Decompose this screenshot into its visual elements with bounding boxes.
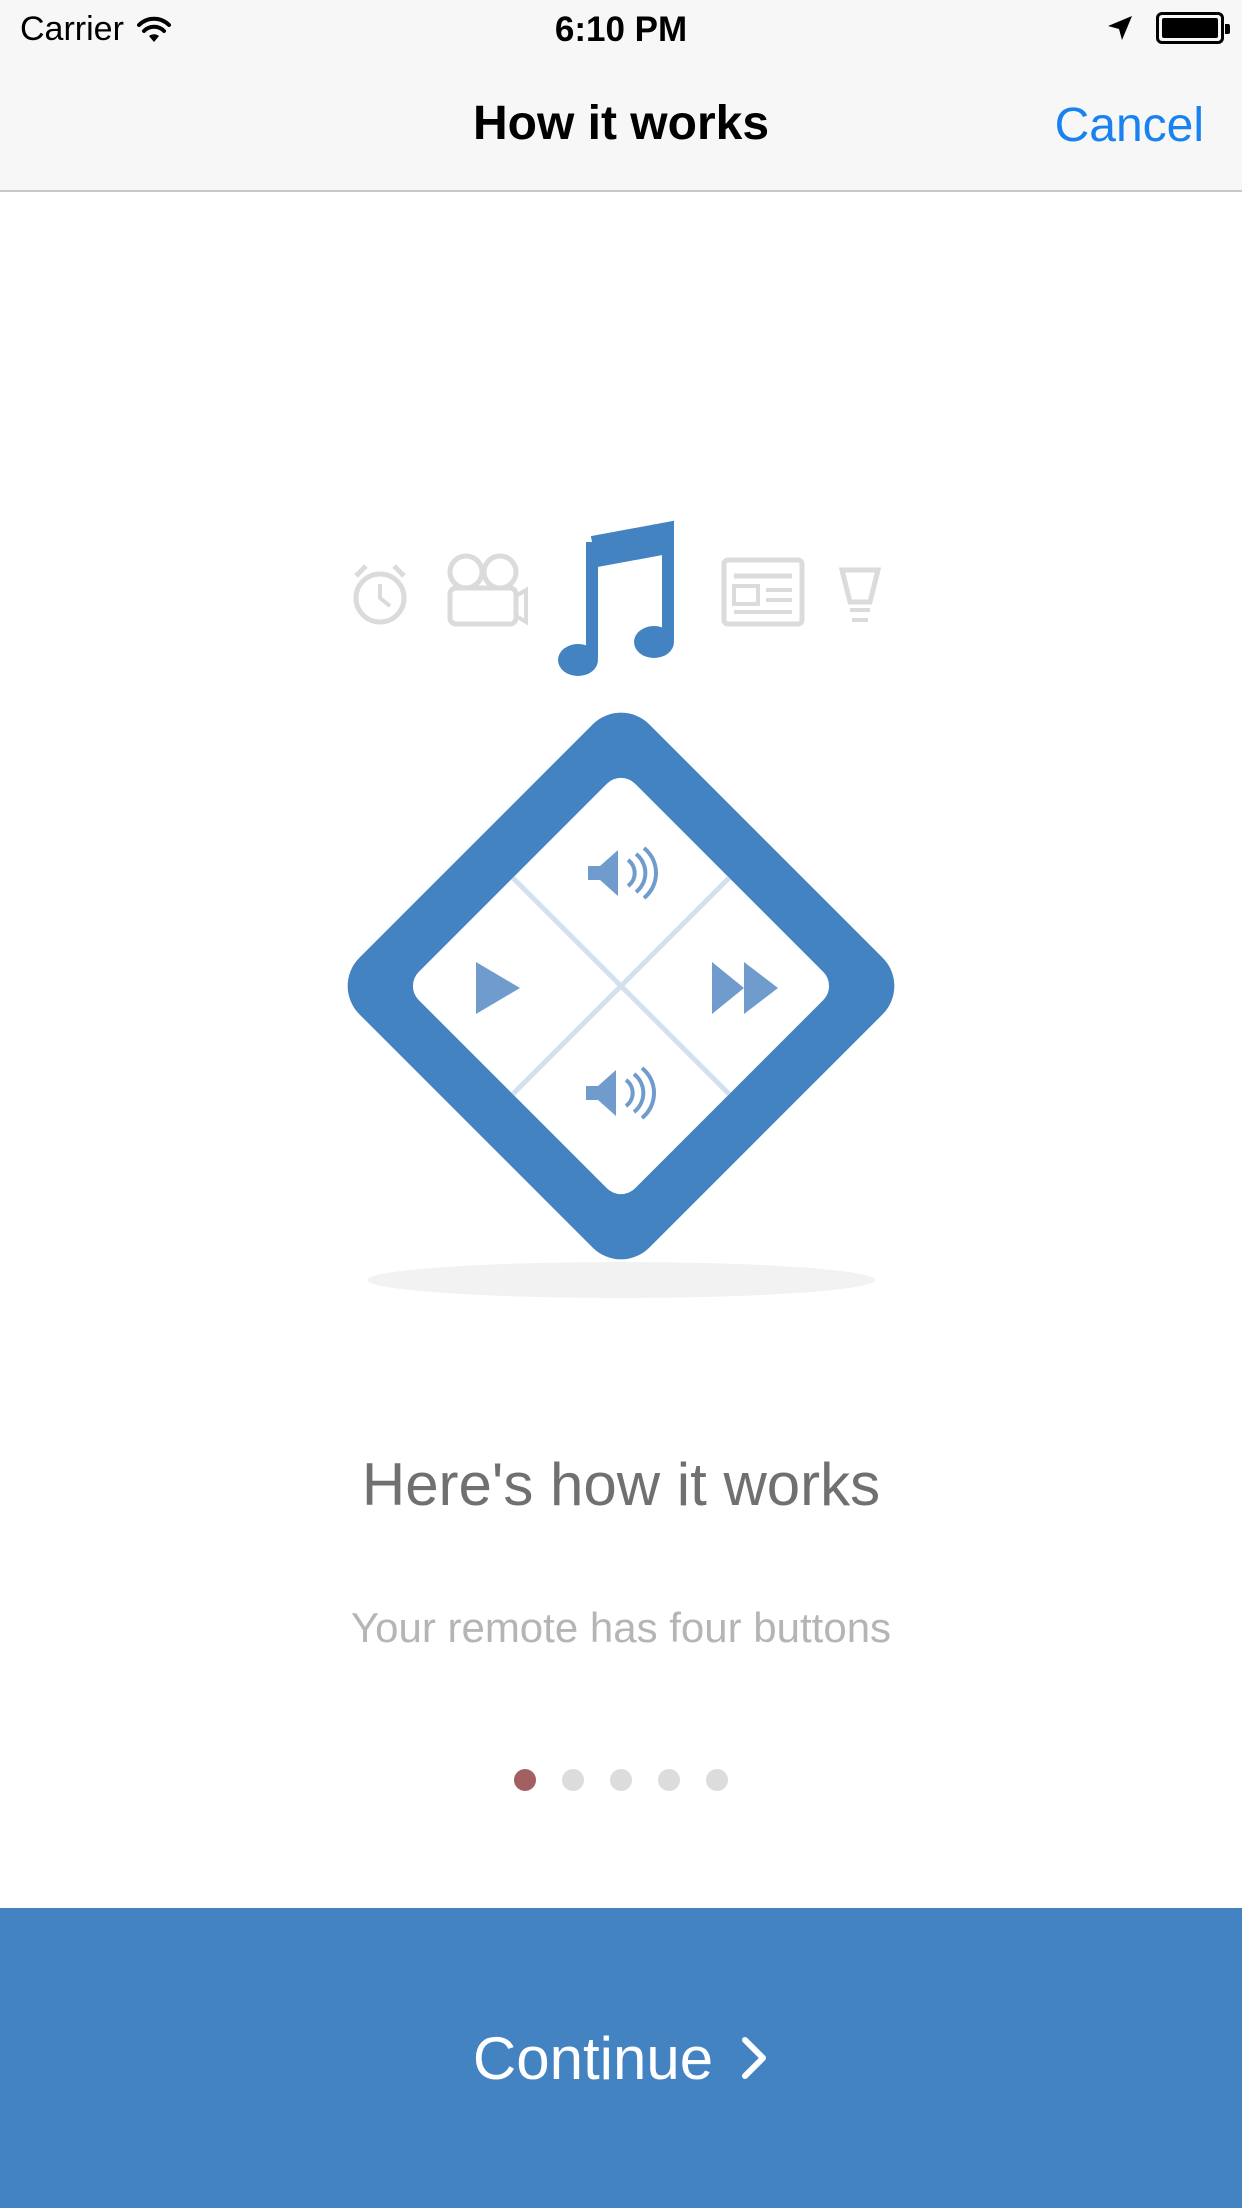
continue-button[interactable]: Continue — [0, 1908, 1242, 2208]
page-dot-5[interactable] — [706, 1769, 728, 1791]
music-note-icon — [558, 520, 674, 676]
battery-icon — [1156, 12, 1230, 44]
location-arrow-icon — [1108, 16, 1132, 40]
movie-camera-icon — [447, 553, 528, 627]
page-dot-1[interactable] — [514, 1769, 536, 1791]
page-indicator[interactable] — [0, 1769, 1242, 1791]
remote-shadow — [367, 1262, 875, 1298]
status-bar: Carrier 6:10 PM — [0, 0, 1242, 60]
chevron-right-icon — [742, 2037, 767, 2079]
status-time: 6:10 PM — [554, 10, 688, 49]
continue-label: Continue — [472, 2024, 714, 2092]
status-right — [1106, 12, 1230, 44]
news-icon — [721, 557, 805, 627]
navigation-bar: How it works Cancel — [0, 60, 1242, 192]
onboarding-subheading: Your remote has four buttons — [350, 1604, 892, 1651]
alarm-clock-icon — [353, 564, 407, 625]
page-dot-3[interactable] — [610, 1769, 632, 1791]
onboarding-heading: Here's how it works — [361, 1451, 881, 1518]
remote-illustration — [347, 520, 895, 1298]
page-dot-2[interactable] — [562, 1769, 584, 1791]
remote-device — [347, 712, 895, 1260]
cancel-button[interactable]: Cancel — [1055, 98, 1204, 153]
light-bulb-icon — [838, 567, 882, 622]
page-dot-4[interactable] — [658, 1769, 680, 1791]
